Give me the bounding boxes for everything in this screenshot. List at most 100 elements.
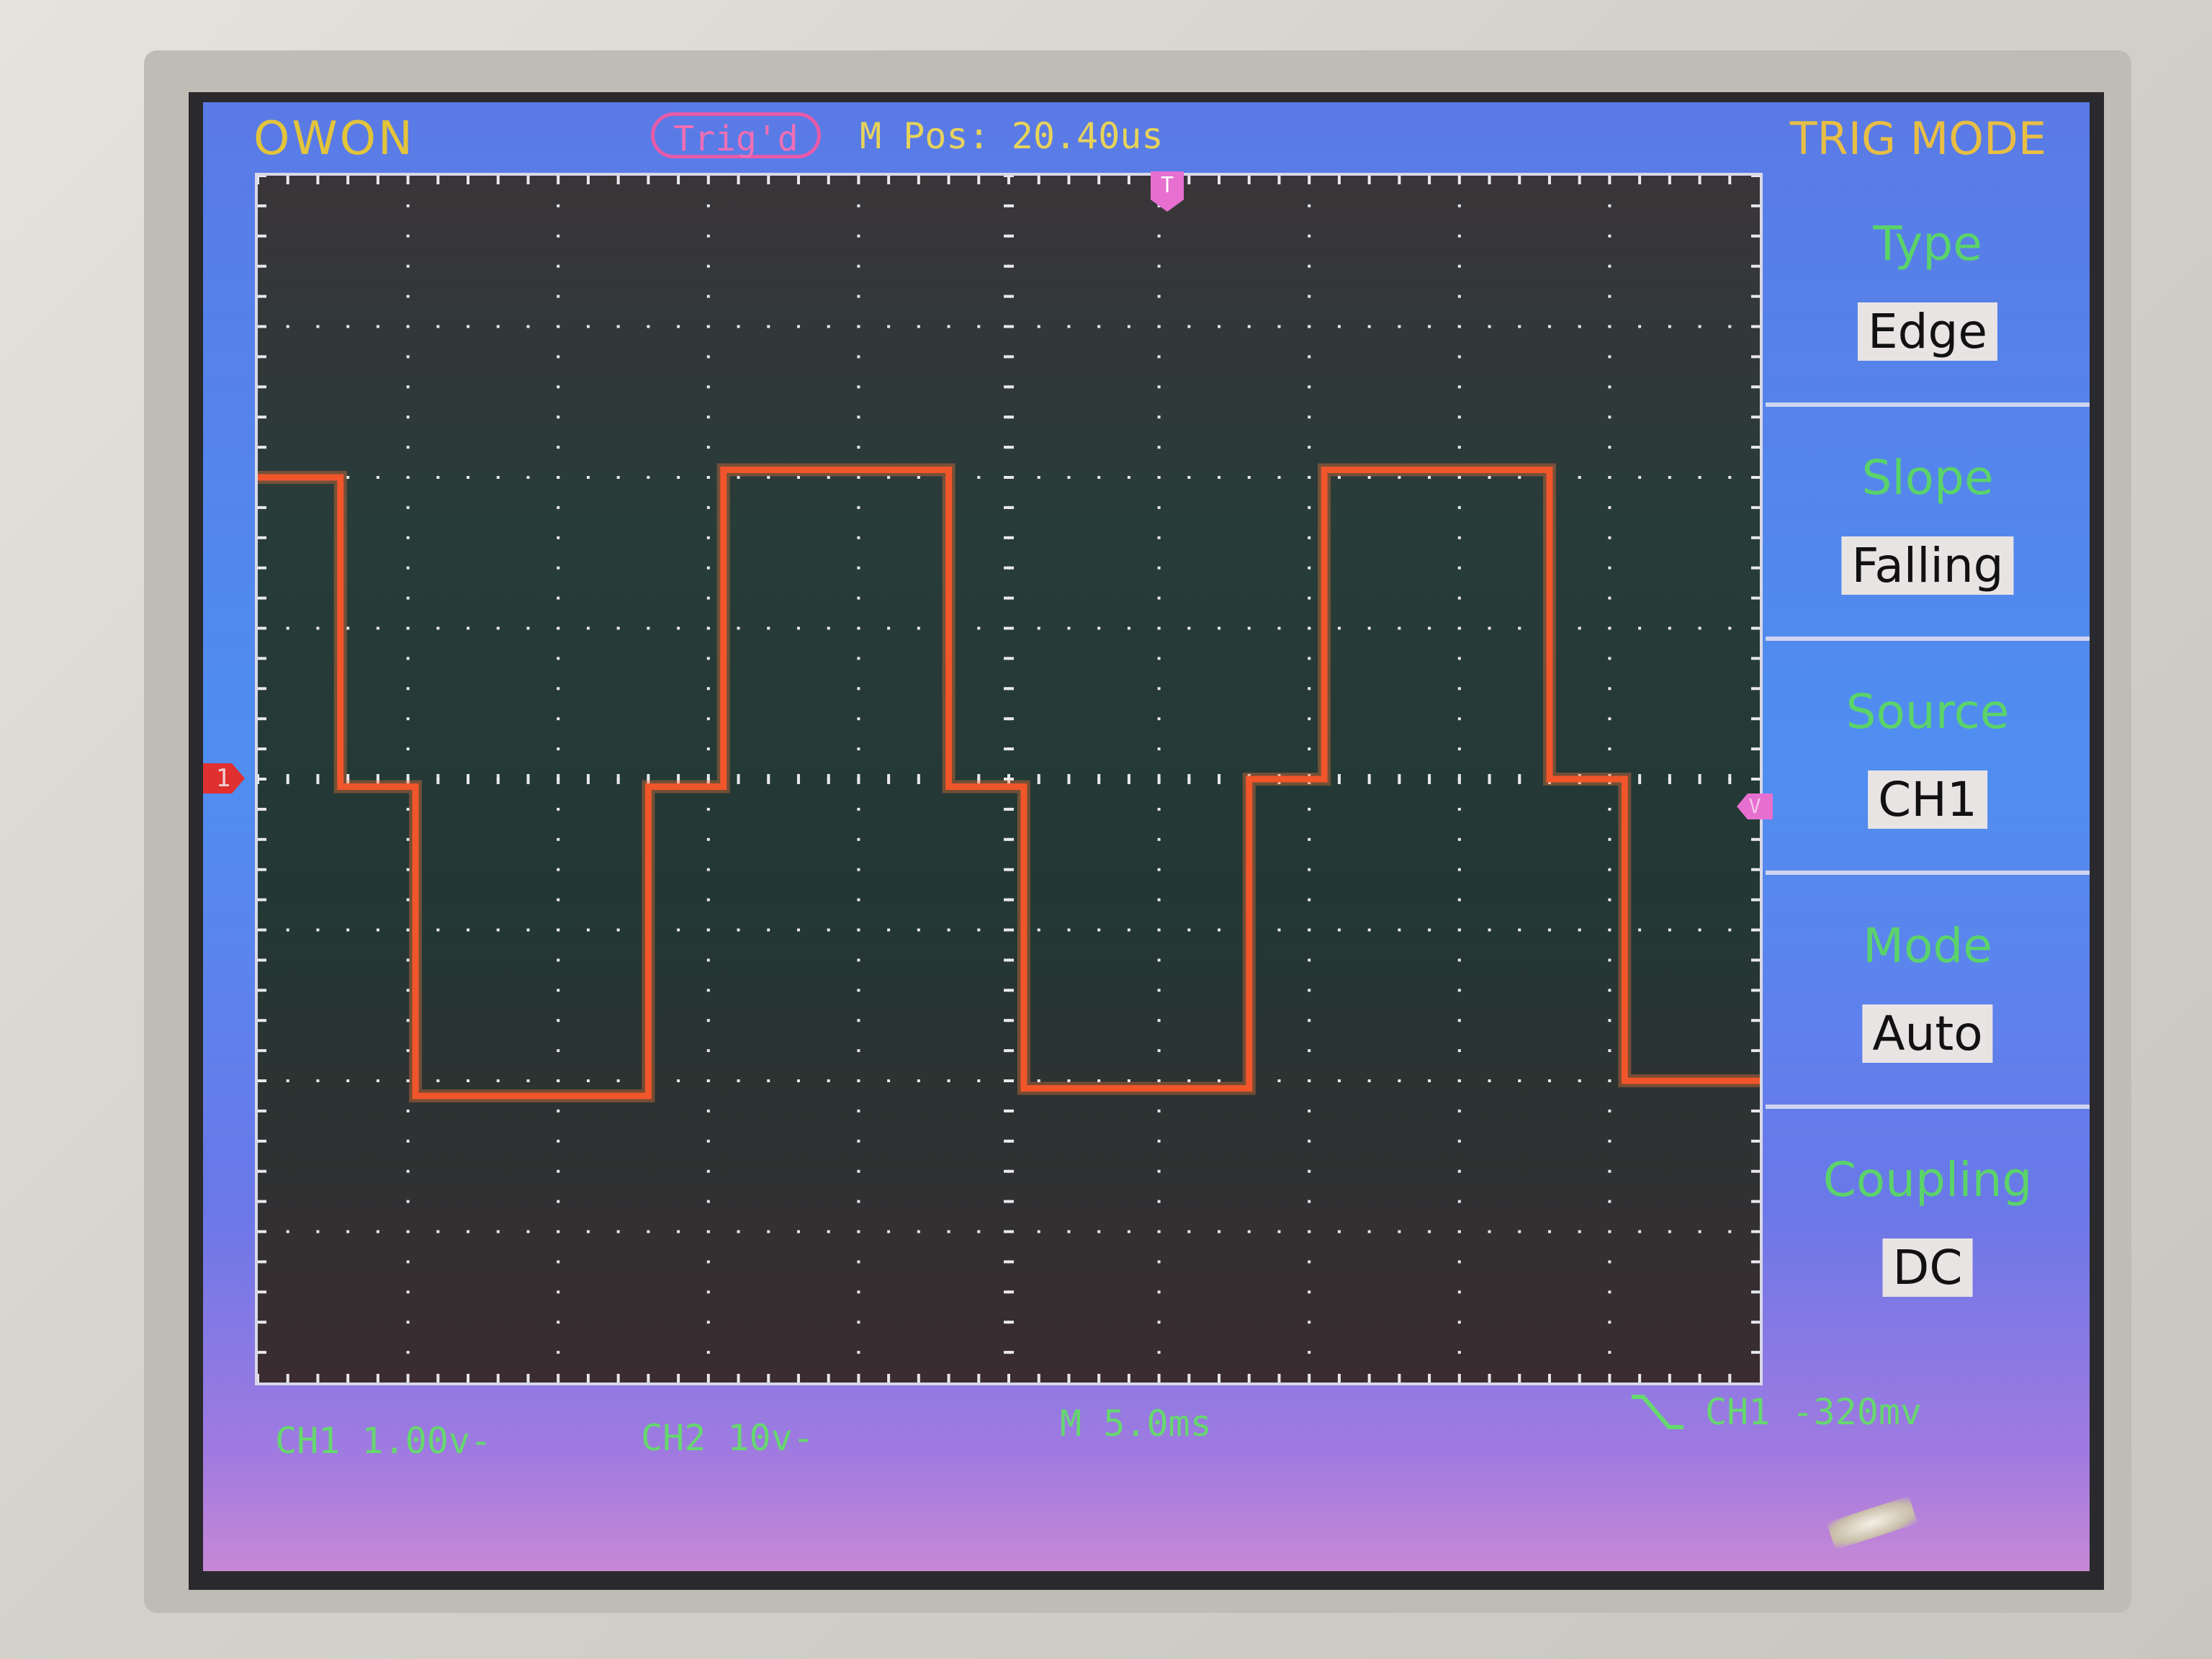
grid-dot [1428, 1230, 1431, 1233]
grid-dot [947, 1079, 950, 1082]
grid-dot [557, 566, 560, 570]
border-tick [1127, 1374, 1130, 1382]
grid-dot [706, 385, 710, 389]
grid-dot [1157, 536, 1161, 539]
grid-dot [1218, 476, 1221, 479]
border-tick [1367, 176, 1371, 184]
grid-dot [706, 657, 710, 660]
grid-dot [557, 717, 560, 721]
center-axis-tick [1728, 774, 1732, 784]
grid-dot [1457, 1200, 1461, 1203]
border-tick [1157, 1374, 1161, 1382]
menu-item-source[interactable]: Source CH1 [1766, 641, 2090, 875]
border-tick [258, 868, 266, 871]
grid-dot [1518, 1079, 1521, 1082]
menu-item-type[interactable]: Type Edge [1766, 173, 2090, 407]
center-axis-tick [436, 774, 440, 784]
grid-dot [1608, 626, 1611, 630]
grid-dot [286, 928, 289, 932]
grid-dot [1308, 566, 1311, 570]
grid-dot [1308, 1079, 1311, 1082]
grid-dot [1547, 1079, 1551, 1082]
border-tick [1578, 1374, 1581, 1382]
grid-dot [857, 295, 860, 298]
grid-dot [406, 505, 410, 509]
grid-dot [1728, 476, 1732, 479]
border-tick [1751, 596, 1760, 600]
grid-dot [1488, 626, 1491, 630]
center-axis-tick [1004, 687, 1014, 691]
bottom-status-bar: CH1 1.00v- CH2 10v- M 5.0ms CH1 -320mv [203, 1391, 2090, 1478]
grid-dot [857, 385, 860, 389]
grid-dot [1337, 325, 1341, 328]
grid-dot [467, 325, 470, 328]
border-tick [887, 176, 891, 184]
grid-dot [1488, 1079, 1491, 1082]
grid-dot [1488, 1230, 1491, 1233]
border-tick [977, 1374, 981, 1382]
grid-dot [1457, 807, 1461, 811]
grid-dot [406, 1109, 410, 1112]
menu-item-mode[interactable]: Mode Auto [1766, 875, 2090, 1109]
grid-dot [346, 626, 350, 630]
grid-dot [706, 1139, 710, 1143]
grid-dot [406, 476, 410, 479]
border-tick [1751, 626, 1760, 630]
grid-dot [1337, 928, 1341, 932]
menu-value-type: Edge [1857, 302, 1998, 361]
border-tick [258, 1260, 266, 1264]
grid-dot [1308, 536, 1311, 539]
grid-dot [1337, 476, 1341, 479]
border-tick [1751, 868, 1760, 871]
grid-dot [1698, 626, 1701, 630]
grid-dot [1308, 295, 1311, 298]
center-axis-tick [1004, 928, 1014, 932]
grid-dot [557, 1290, 560, 1294]
border-tick [258, 1079, 266, 1082]
border-tick [977, 176, 981, 184]
border-tick [767, 176, 770, 184]
grid-dot [706, 1109, 710, 1112]
grid-dot [706, 476, 710, 479]
border-tick [1751, 505, 1760, 509]
grid-dot [1187, 325, 1191, 328]
border-tick [586, 1374, 590, 1382]
grid-dot [1157, 657, 1161, 660]
border-tick [258, 596, 266, 600]
grid-dot [406, 415, 410, 419]
border-tick [1751, 958, 1760, 962]
grid-dot [1457, 476, 1461, 479]
grid-dot [1668, 1230, 1671, 1233]
border-tick [737, 176, 740, 184]
grid-dot [557, 1260, 560, 1264]
border-tick [1277, 176, 1281, 184]
grid-dot [857, 807, 860, 811]
grid-dot [436, 1079, 440, 1082]
grid-dot [1457, 898, 1461, 902]
grid-dot [706, 989, 710, 992]
border-tick [1218, 176, 1221, 184]
grid-dot [1608, 476, 1611, 479]
grid-dot [706, 1019, 710, 1022]
menu-item-coupling[interactable]: Coupling DC [1766, 1109, 2090, 1343]
grid-dot [436, 1230, 440, 1233]
grid-dot [557, 626, 560, 630]
center-axis-tick [1004, 1019, 1014, 1022]
grid-dot [1457, 1049, 1461, 1053]
border-tick [1751, 1019, 1760, 1022]
grid-dot [1157, 1351, 1161, 1354]
menu-item-slope[interactable]: Slope Falling [1766, 407, 2090, 641]
border-tick [258, 958, 266, 962]
grid-dot [857, 1351, 860, 1354]
center-axis-tick [1004, 234, 1014, 238]
center-axis-tick [1004, 476, 1014, 479]
grid-dot [1608, 1260, 1611, 1264]
grid-dot [1308, 325, 1311, 328]
border-tick [316, 176, 320, 184]
border-tick [316, 1374, 320, 1382]
grid-dot [557, 385, 560, 389]
border-tick [706, 176, 710, 184]
border-tick [1638, 176, 1642, 184]
grid-dot [1037, 1230, 1040, 1233]
grid-dot [1337, 1079, 1341, 1082]
